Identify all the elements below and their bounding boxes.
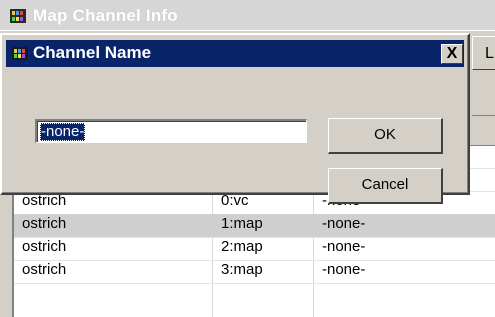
table-cell-channel: 3:map: [221, 261, 263, 278]
channel-name-input[interactable]: -none-: [35, 119, 307, 143]
table-cell-name: -none-: [322, 238, 366, 255]
table-cell-name: -none-: [322, 215, 366, 232]
ok-button[interactable]: OK: [328, 118, 443, 154]
cancel-button[interactable]: Cancel: [328, 168, 443, 204]
close-button[interactable]: X: [441, 44, 463, 64]
table-cell-object: ostrich: [22, 238, 67, 255]
app-icon: [12, 47, 28, 60]
channel-name-value: -none-: [40, 123, 86, 141]
dialog-title: Channel Name: [33, 43, 152, 62]
table-cell-object: ostrich: [22, 215, 67, 232]
app-icon: [10, 9, 26, 23]
background-titlebar[interactable]: Map Channel Info: [0, 0, 495, 31]
background-window-title: Map Channel Info: [33, 6, 178, 25]
table-row[interactable]: ostrich 2:map -none-: [14, 237, 495, 261]
channel-name-dialog: Channel Name X -none- OK Cancel: [0, 33, 470, 204]
table-row[interactable]: ostrich 3:map -none-: [14, 260, 495, 284]
close-icon: X: [446, 45, 458, 62]
background-right-panel: [472, 115, 495, 142]
table-cell-channel: 2:map: [221, 238, 263, 255]
background-right-button[interactable]: L: [472, 36, 495, 70]
table-cell-object: ostrich: [22, 261, 67, 278]
table-cell-name: -none-: [322, 261, 366, 278]
table-cell-channel: 1:map: [221, 215, 263, 232]
dialog-titlebar[interactable]: Channel Name X: [6, 40, 464, 67]
table-row[interactable]: ostrich 1:map -none-: [14, 214, 495, 238]
